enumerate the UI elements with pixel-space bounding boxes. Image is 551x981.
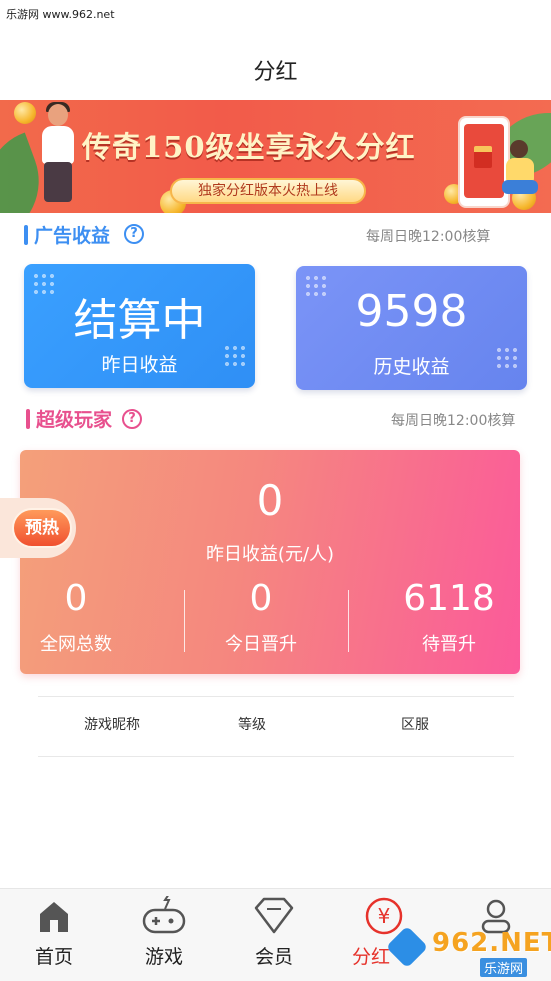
super-player-card: 0 昨日收益(元/人) 0 全网总数 0 今日晋升 6118 待晋升: [20, 450, 520, 674]
column-header-level: 等级: [238, 717, 266, 733]
history-income-label: 历史收益: [373, 356, 450, 378]
help-icon[interactable]: ?: [122, 409, 142, 429]
ad-income-title: 广告收益: [34, 225, 111, 247]
help-icon[interactable]: ?: [124, 224, 144, 244]
column-header-server: 区服: [401, 717, 429, 733]
girl-illustration: [502, 140, 538, 200]
network-total-label: 全网总数: [40, 634, 112, 655]
red-envelope-icon: [474, 146, 492, 168]
site-watermark: 乐游网 www.962.net: [6, 8, 115, 21]
stat-divider: [184, 590, 185, 652]
column-header-nickname: 游戏昵称: [84, 717, 140, 733]
super-main-label: 昨日收益(元/人): [205, 544, 335, 565]
super-player-note: 每周日晚12:00核算: [391, 413, 516, 429]
banner-subtitle: 独家分红版本火热上线: [170, 178, 366, 204]
nav-home[interactable]: 首页: [14, 890, 94, 978]
logo-icon: [385, 925, 429, 969]
section-accent-bar: [24, 225, 28, 245]
watermark-text: 962.NET: [432, 928, 551, 958]
super-main-value: 0: [256, 476, 284, 525]
nav-games[interactable]: 游戏: [124, 890, 204, 978]
yesterday-income-value: 结算中: [73, 295, 206, 346]
divider: [38, 756, 514, 757]
promoted-today-label: 今日晋升: [225, 634, 297, 655]
nav-home-label: 首页: [34, 946, 73, 968]
page-title: 分红: [253, 60, 298, 85]
history-income-card[interactable]: 9598 历史收益: [296, 266, 527, 390]
pending-promotion-label: 待晋升: [422, 634, 476, 655]
yesterday-income-card[interactable]: 结算中 昨日收益: [24, 264, 255, 388]
divider: [38, 696, 514, 697]
man-illustration: [30, 102, 84, 208]
history-income-value: 9598: [355, 286, 468, 337]
banner-title: 传奇150级坐享永久分红: [82, 130, 416, 164]
diamond-icon: [254, 897, 294, 934]
stat-divider: [348, 590, 349, 652]
super-player-title: 超级玩家: [36, 409, 113, 431]
network-total-value: 0: [64, 578, 88, 619]
yesterday-income-label: 昨日收益: [101, 354, 178, 376]
site-logo-watermark: 962.NET 乐游网: [385, 925, 551, 978]
nav-games-label: 游戏: [144, 946, 183, 968]
home-icon: [40, 902, 68, 932]
watermark-subtext: 乐游网: [480, 958, 528, 977]
ad-income-note: 每周日晚12:00核算: [366, 229, 491, 245]
svg-text:¥: ¥: [378, 904, 391, 928]
nav-member[interactable]: 会员: [234, 890, 314, 978]
section-accent-bar: [26, 409, 30, 429]
preheat-badge[interactable]: 预热: [12, 508, 72, 548]
promoted-today-value: 0: [249, 578, 273, 619]
gamepad-icon: [142, 896, 186, 934]
pending-promotion-value: 6118: [403, 578, 495, 619]
nav-member-label: 会员: [254, 946, 293, 968]
